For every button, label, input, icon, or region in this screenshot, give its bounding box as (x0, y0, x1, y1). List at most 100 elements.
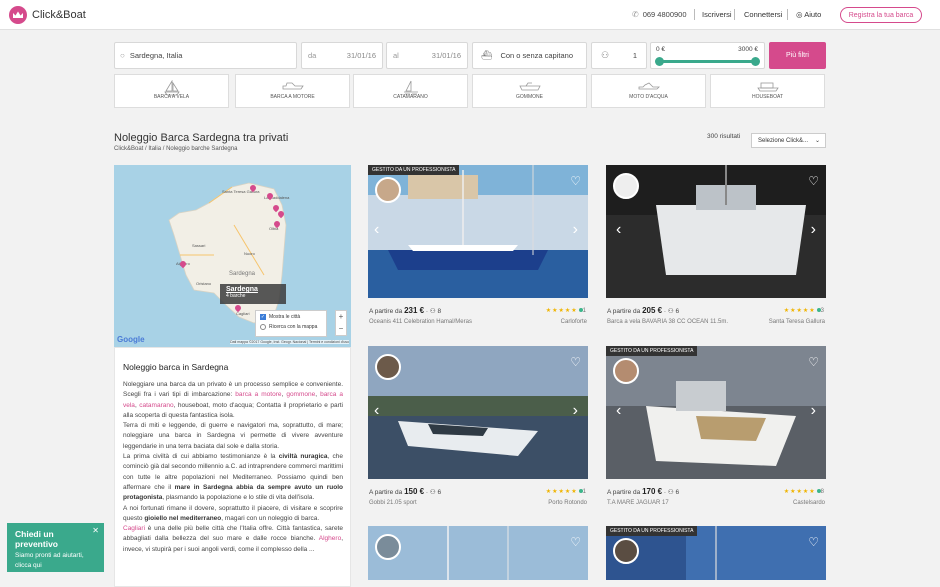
chevron-left-icon[interactable]: ‹ (616, 221, 621, 239)
checkbox-icon (260, 324, 266, 330)
signup-link[interactable]: Iscriversi (702, 10, 732, 19)
category-label: BARCA A VELA (153, 94, 190, 100)
link-dinghy[interactable]: gommone (286, 391, 315, 398)
category-label: MOTO D'ACQUA (629, 94, 668, 100)
breadcrumb-country[interactable]: Italia (148, 146, 161, 152)
heart-icon[interactable]: ♡ (570, 174, 581, 188)
quote-chat-widget[interactable]: ✕ Chiedi un preventivo Siamo pronti ad a… (7, 523, 104, 572)
search-map-checkbox[interactable]: Ricerca con la mappa (260, 324, 322, 330)
show-cities-checkbox[interactable]: ✓ Mostra le città (260, 314, 322, 320)
location-value: Sardegna, Italia (129, 51, 183, 60)
boat-photo (606, 346, 826, 479)
listing-card[interactable]: ♡ (368, 526, 588, 580)
map-tooltip[interactable]: Sardegna 4 barche (220, 284, 286, 304)
chevron-right-icon[interactable]: › (573, 221, 578, 239)
heart-icon[interactable]: ♡ (570, 355, 581, 369)
chevron-right-icon[interactable]: › (573, 402, 578, 420)
heart-icon[interactable]: ♡ (808, 355, 819, 369)
captain-select[interactable]: ⛴ Con o senza capitano (472, 42, 587, 69)
location-input[interactable]: ○ Sardegna, Italia (114, 42, 297, 69)
category-sailboat[interactable]: BARCA A VELA (114, 74, 229, 108)
search-icon: ○ (120, 51, 125, 60)
chevron-right-icon[interactable]: › (811, 221, 816, 239)
price-max-handle[interactable] (751, 57, 760, 66)
help-label: Aiuto (804, 10, 822, 19)
listing-card[interactable]: ♡ ‹ › A partire da 150 € · ⚇ 6 ★★★★★ 1 Go… (368, 346, 588, 511)
category-dinghy[interactable]: GOMMONE (472, 74, 587, 108)
category-catamaran[interactable]: CATAMARANO (353, 74, 468, 108)
date-from-value: 31/01/16 (346, 51, 376, 60)
map-place-label: Sassari (192, 243, 205, 248)
zoom-out-button[interactable]: − (336, 323, 346, 335)
rating-count: 8 (820, 489, 825, 495)
date-from-input[interactable]: da 31/01/16 (301, 42, 383, 69)
listing-card[interactable]: GESTITO DA UN PROFESSIONISTA ♡ ‹ › A par… (606, 346, 826, 511)
listing-card[interactable]: ♡ ‹ › A partire da 205 € · ⚇ 6 ★★★★★ 3 Ba… (606, 165, 826, 330)
guests-icon: ⚇ (429, 308, 436, 315)
category-houseboat[interactable]: HOUSEBOAT (710, 74, 825, 108)
phone-icon: ✆ (632, 10, 639, 19)
date-to-value: 31/01/16 (431, 51, 461, 60)
listing-card[interactable]: GESTITO DA UN PROFESSIONISTA ♡ (606, 526, 826, 580)
zoom-controls: + − (335, 310, 347, 336)
guests-value: 1 (632, 51, 637, 60)
listing-card[interactable]: GESTITO DA UN PROFESSIONISTA ♡ ‹ › A par… (368, 165, 588, 330)
chat-line1: Siamo pronti ad aiutarti, (15, 552, 84, 559)
listing-price: A partire da 205 € · ⚇ 6 (607, 306, 680, 315)
boat-location: Santa Teresa Gallura (768, 319, 825, 325)
pro-badge: GESTITO DA UN PROFESSIONISTA (606, 526, 698, 536)
boat-name: Oceanis 411 Celebration Hamal/Meras (369, 319, 472, 325)
category-motorboat[interactable]: BARCA A MOTORE (235, 74, 350, 108)
owner-avatar (375, 534, 401, 560)
help-link[interactable]: ◎ Aiuto (796, 10, 821, 19)
price-prefix: A partire da (369, 308, 403, 315)
price-min-handle[interactable] (655, 57, 664, 66)
guests-count: 6 (675, 489, 680, 496)
chevron-left-icon[interactable]: ‹ (616, 402, 621, 420)
chevron-right-icon[interactable]: › (811, 402, 816, 420)
map-tooltip-title: Sardegna (226, 286, 258, 293)
phone-contact[interactable]: ✆ 069 4800900 (632, 10, 687, 19)
login-link[interactable]: Connettersi (744, 10, 782, 19)
link-catamaran[interactable]: catamarano (139, 402, 173, 409)
map-view[interactable]: Santa Teresa Gallura La Maddalena Sassar… (114, 165, 351, 347)
brand-logo[interactable]: Click&Boat (9, 6, 86, 24)
close-icon[interactable]: ✕ (92, 526, 99, 535)
info-title: Noleggio barca in Sardegna (123, 362, 229, 372)
chat-title: Chiedi un preventivo (15, 529, 58, 549)
info-text-span: , plasmando la popolazione e lo stile di… (162, 494, 315, 502)
price-max-label: 3000 € (738, 46, 758, 53)
more-filters-button[interactable]: Più filtri (769, 42, 826, 69)
chevron-left-icon[interactable]: ‹ (374, 402, 379, 420)
register-boat-button[interactable]: Registra la tua barca (840, 7, 922, 23)
page-title: Noleggio Barca Sardegna tra privati (114, 132, 289, 144)
category-jetski[interactable]: MOTO D'ACQUA (591, 74, 706, 108)
rating-count: 1 (582, 489, 587, 495)
zoom-in-button[interactable]: + (336, 311, 346, 323)
heart-icon[interactable]: ♡ (808, 174, 819, 188)
sort-select[interactable]: Selezione Click&... ⌄ (751, 133, 826, 148)
heart-icon[interactable]: ♡ (808, 535, 819, 549)
captain-icon: ⛴ (481, 50, 493, 60)
price-range-slider[interactable]: 0 € 3000 € (650, 42, 765, 69)
price-value: 231 € (404, 306, 425, 315)
date-to-input[interactable]: al 31/01/16 (386, 42, 468, 69)
divider (787, 9, 788, 20)
chevron-left-icon[interactable]: ‹ (374, 221, 379, 239)
rating-stars: ★★★★★ 1 (545, 489, 587, 495)
owner-avatar (613, 538, 639, 564)
divider (694, 9, 695, 20)
heart-icon[interactable]: ♡ (570, 535, 581, 549)
guests-input[interactable]: ⚇ 1 (591, 42, 647, 69)
link-alghero[interactable]: Alghero (319, 535, 341, 542)
boat-name: Barca a vela BAVARIA 38 CC OCEAN 11.5m. (607, 319, 729, 325)
link-cagliari[interactable]: Cagliari (123, 525, 145, 532)
guests-count: 6 (675, 308, 680, 315)
rating-stars: ★★★★★ 1 (545, 308, 587, 314)
date-from-label: da (308, 51, 317, 60)
breadcrumb-home[interactable]: Click&Boat (114, 146, 143, 152)
map-place-label: Oristano (196, 281, 212, 286)
link-motorboat[interactable]: barca a motore (235, 391, 281, 398)
category-label: CATAMARANO (393, 94, 428, 100)
date-to-label: al (393, 51, 399, 60)
